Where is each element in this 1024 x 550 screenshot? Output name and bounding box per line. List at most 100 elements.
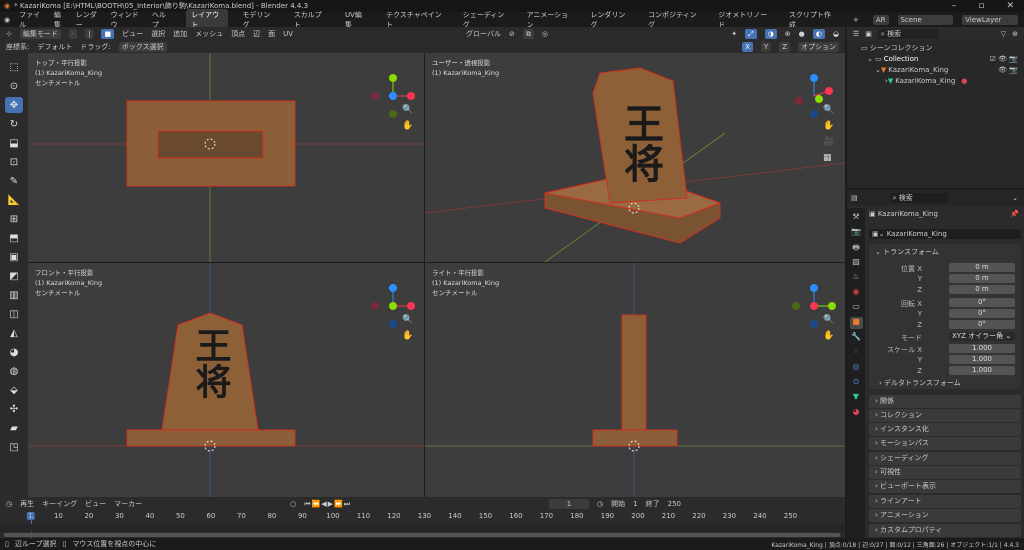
menu-edge[interactable]: 辺	[253, 29, 260, 39]
filter-icon[interactable]: ▽	[1001, 30, 1006, 38]
mesh-row[interactable]: › ▼ KazariKoma_King ●	[861, 76, 1024, 87]
render-tab-icon[interactable]: 📷	[850, 227, 863, 239]
panel-collections[interactable]: › コレクション	[869, 409, 1021, 422]
panel-shading[interactable]: › シェーディング	[869, 452, 1021, 465]
scene-collection-row[interactable]: ▭ シーンコレクション	[861, 43, 1024, 54]
extrude-tool-icon[interactable]: ⬒	[5, 230, 23, 246]
location-z-field[interactable]: 0 m	[949, 285, 1015, 294]
maximize-button[interactable]: ▫	[978, 1, 984, 11]
transform-orientation[interactable]: グローバル	[466, 29, 501, 39]
mode-selector[interactable]: 編集モード	[19, 28, 61, 39]
panel-custom-properties[interactable]: › カスタムプロパティ	[869, 524, 1021, 537]
tool-tab-icon[interactable]: ⚒	[850, 212, 863, 224]
data-tab-icon[interactable]: ▼	[850, 392, 863, 404]
scale-z-field[interactable]: 1.000	[949, 366, 1015, 375]
rip-tool-icon[interactable]: ◳	[5, 439, 23, 455]
output-tab-icon[interactable]: 🖶	[850, 242, 863, 254]
view-menu[interactable]: ビュー	[85, 499, 106, 509]
editor-type-icon[interactable]: ◷	[6, 500, 12, 508]
menu-vertex[interactable]: 頂点	[231, 29, 245, 39]
shading-solid-icon[interactable]: ●	[799, 30, 805, 38]
pan-hand-icon[interactable]: ✋	[402, 121, 414, 133]
object-tab-icon[interactable]: ■	[849, 317, 863, 329]
viewport-user-perspective[interactable]: 王将 ユーザー・透視投影 (1) KazariKoma_King 🔍 ✋ 🎥 ▦	[425, 53, 845, 262]
panel-line-art[interactable]: › ラインアート	[869, 495, 1021, 508]
close-button[interactable]: ✕	[1006, 1, 1014, 11]
loop-cut-tool-icon[interactable]: ▥	[5, 287, 23, 303]
zoom-icon[interactable]: 🔍	[402, 105, 414, 117]
rotation-x-field[interactable]: 0°	[949, 298, 1015, 307]
frame-range-icon[interactable]: ◷	[597, 500, 603, 508]
pivot-icon[interactable]: ⊘	[509, 30, 515, 38]
scene-selector[interactable]: Scene	[897, 14, 954, 25]
particles-tab-icon[interactable]: ⁘	[850, 347, 863, 359]
filter-view-icon[interactable]: ▣	[865, 30, 872, 38]
select-tool-icon[interactable]: ⬚	[5, 59, 23, 75]
edge-slide-tool-icon[interactable]: ⬙	[5, 382, 23, 398]
edge-select-button[interactable]: |	[85, 28, 94, 39]
drag-selector[interactable]: ボックス選択	[118, 41, 167, 52]
view-layer-tab-icon[interactable]: ▧	[850, 257, 863, 269]
auto-key-icon[interactable]: ○	[290, 500, 296, 508]
editor-type-icon[interactable]: ⊹	[6, 30, 12, 38]
spin-tool-icon[interactable]: ◕	[5, 344, 23, 360]
scale-x-field[interactable]: 1.000	[949, 344, 1015, 353]
shrink-tool-icon[interactable]: ✣	[5, 401, 23, 417]
blender-menu-icon[interactable]: ◉	[4, 16, 10, 24]
perspective-toggle-icon[interactable]: ▦	[823, 153, 835, 165]
viewlayer-selector[interactable]: ViewLayer	[962, 14, 1019, 25]
cursor-tool-icon[interactable]: ⊙	[5, 78, 23, 94]
pan-hand-icon[interactable]: ✋	[823, 331, 835, 343]
menu-uv[interactable]: UV	[283, 30, 293, 38]
modifier-tab-icon[interactable]: 🔧	[850, 332, 863, 344]
zoom-icon[interactable]: 🔍	[823, 105, 835, 117]
material-tab-icon[interactable]: ◕	[850, 407, 863, 419]
collection-row[interactable]: ⌄ ▭ Collection ☑ 👁 📷	[861, 54, 1024, 65]
viewport-right[interactable]: ライト・平行投影 (1) KazariKoma_King センチメートル 🔍 ✋	[425, 263, 845, 497]
rotate-tool-icon[interactable]: ↻	[5, 116, 23, 132]
scale-y-field[interactable]: 1.000	[949, 355, 1015, 364]
shear-tool-icon[interactable]: ▰	[5, 420, 23, 436]
knife-tool-icon[interactable]: ◫	[5, 306, 23, 322]
editor-type-icon[interactable]: ▤	[851, 194, 858, 202]
zoom-icon[interactable]: 🔍	[823, 315, 835, 327]
poly-build-tool-icon[interactable]: ◭	[5, 325, 23, 341]
display-mode-icon[interactable]: ☰	[853, 30, 859, 38]
pan-hand-icon[interactable]: ✋	[402, 331, 414, 343]
coord-selector[interactable]: デフォルト	[37, 42, 72, 52]
menu-add[interactable]: 追加	[173, 29, 187, 39]
panel-instancing[interactable]: › インスタンス化	[869, 423, 1021, 436]
mirror-y-button[interactable]: Y	[760, 41, 772, 52]
proportional-edit-icon[interactable]: ◎	[542, 30, 548, 38]
face-select-button[interactable]: ■	[101, 28, 115, 39]
delta-transform-subpanel[interactable]: › デルタトランスフォーム	[879, 378, 961, 388]
rotation-mode-select[interactable]: XYZ オイラー角 ⌄	[949, 332, 1015, 341]
mirror-z-button[interactable]: Z	[779, 41, 790, 52]
playback-menu[interactable]: 再生	[20, 499, 34, 509]
viewport-front[interactable]: 王将 フロント・平行投影 (1) KazariKoma_King センチメートル 🔍…	[28, 263, 424, 497]
object-name-field[interactable]: ▣⌄ KazariKoma_King	[869, 229, 1021, 239]
visibility-icons[interactable]: 👁 📷	[998, 65, 1018, 76]
current-frame-field[interactable]: 1	[549, 499, 590, 509]
shading-rendered-icon[interactable]: ◒	[833, 30, 839, 38]
transform-header[interactable]: ⌄ トランスフォーム	[869, 244, 1021, 260]
panel-motion-paths[interactable]: › モーションパス	[869, 437, 1021, 450]
keyframe-area[interactable]	[0, 524, 845, 532]
options-menu[interactable]: オプション	[798, 41, 839, 52]
panel-visibility[interactable]: › 可視性	[869, 466, 1021, 479]
location-x-field[interactable]: 0 m	[949, 263, 1015, 272]
menu-view[interactable]: ビュー	[122, 29, 143, 39]
menu-mesh[interactable]: メッシュ	[195, 29, 223, 39]
new-collection-icon[interactable]: ⊕	[1012, 30, 1018, 38]
add-cube-tool-icon[interactable]: ⊞	[5, 211, 23, 227]
annotate-tool-icon[interactable]: ✎	[5, 173, 23, 189]
overlay-button[interactable]: ⤢	[745, 28, 757, 39]
panel-viewport-display[interactable]: › ビューポート表示	[869, 480, 1021, 493]
pin-icon[interactable]: 📌	[1010, 210, 1019, 218]
bevel-tool-icon[interactable]: ◩	[5, 268, 23, 284]
physics-tab-icon[interactable]: ◎	[850, 362, 863, 374]
marker-menu[interactable]: マーカー	[114, 499, 142, 509]
xray-button[interactable]: ◑	[764, 28, 777, 39]
scene-tab-icon[interactable]: ♨	[850, 272, 863, 284]
timeline-scrollbar[interactable]	[4, 533, 840, 537]
